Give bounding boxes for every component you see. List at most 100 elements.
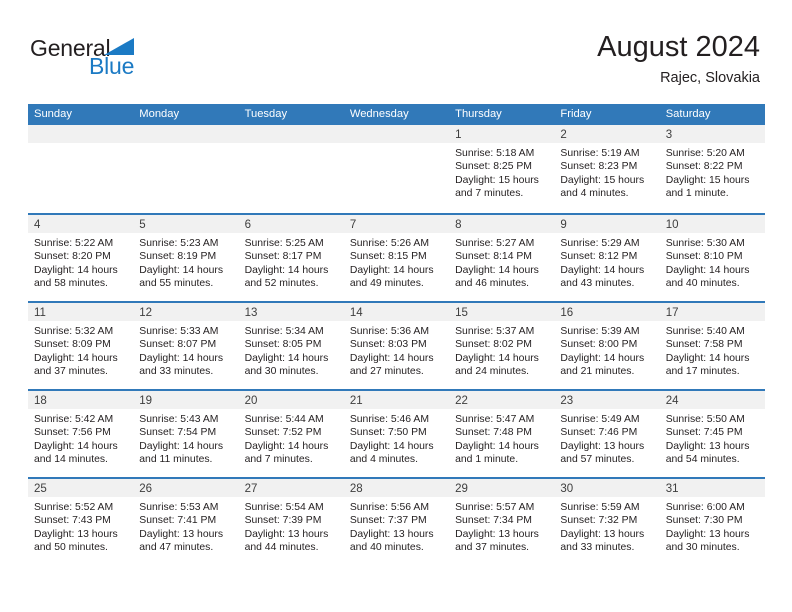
day-number-strip: 21 [343, 391, 450, 409]
day-cell[interactable]: 24 Sunrise: 5:50 AM Sunset: 7:45 PM Dayligh… [659, 391, 765, 477]
week-row: 11 Sunrise: 5:32 AM Sunset: 8:09 PM Dayligh… [28, 301, 765, 389]
daylight-text-line1: Daylight: 15 hours [665, 174, 750, 186]
sunset-text: Sunset: 7:58 PM [665, 339, 743, 351]
sunrise-text: Sunrise: 5:22 AM [34, 238, 114, 249]
day-cell[interactable]: 13 Sunrise: 5:34 AM Sunset: 8:05 PM Dayligh… [238, 303, 344, 389]
day-cell[interactable]: 6 Sunrise: 5:25 AM Sunset: 8:17 PM Daylight… [238, 215, 344, 301]
day-number-strip: 31 [659, 479, 765, 497]
day-cell[interactable]: 22 Sunrise: 5:47 AM Sunset: 7:48 PM Dayligh… [449, 391, 555, 477]
sunset-text: Sunset: 7:56 PM [34, 427, 111, 439]
day-cell[interactable]: 28 Sunrise: 5:56 AM Sunset: 7:37 PM Dayligh… [343, 479, 450, 565]
day-details: Sunrise: 5:39 AM Sunset: 8:00 PM Daylight:… [554, 321, 659, 379]
day-cell[interactable]: 8 Sunrise: 5:27 AM Sunset: 8:14 PM Daylight… [449, 215, 555, 301]
day-details: Sunrise: 5:52 AM Sunset: 7:43 PM Daylight:… [28, 497, 133, 555]
day-cell[interactable]: 2 Sunrise: 5:19 AM Sunset: 8:23 PM Daylight… [554, 125, 660, 213]
day-cell[interactable]: 16 Sunrise: 5:39 AM Sunset: 8:00 PM Dayligh… [554, 303, 660, 389]
daylight-text-line2: and 1 minute. [665, 188, 729, 200]
day-cell[interactable]: 21 Sunrise: 5:46 AM Sunset: 7:50 PM Dayligh… [343, 391, 450, 477]
day-details: Sunrise: 5:23 AM Sunset: 8:19 PM Daylight:… [133, 233, 238, 291]
day-cell[interactable]: 3 Sunrise: 5:20 AM Sunset: 8:22 PM Daylight… [659, 125, 765, 213]
day-cell[interactable]: 26 Sunrise: 5:53 AM Sunset: 7:41 PM Dayligh… [133, 479, 239, 565]
day-number: 20 [244, 395, 258, 407]
sunrise-text: Sunrise: 5:25 AM [244, 238, 324, 249]
daylight-text-line2: and 1 minute. [455, 454, 519, 466]
sunrise-text: Sunrise: 5:49 AM [560, 414, 640, 425]
day-cell[interactable]: 1 Sunrise: 5:18 AM Sunset: 8:25 PM Daylight… [449, 125, 555, 213]
day-number: 26 [139, 483, 153, 495]
day-cell[interactable]: 11 Sunrise: 5:32 AM Sunset: 8:09 PM Dayligh… [28, 303, 134, 389]
daylight-text-line2: and 33 minutes. [139, 366, 214, 378]
day-details: Sunrise: 5:46 AM Sunset: 7:50 PM Daylight:… [344, 409, 449, 467]
day-cell[interactable]: 5 Sunrise: 5:23 AM Sunset: 8:19 PM Daylight… [133, 215, 239, 301]
daylight-text-line1: Daylight: 14 hours [349, 264, 434, 276]
day-cell[interactable]: 23 Sunrise: 5:49 AM Sunset: 7:46 PM Dayligh… [554, 391, 660, 477]
sunset-text: Sunset: 8:23 PM [560, 161, 638, 173]
day-number-strip: 2 [554, 125, 660, 143]
sunrise-text: Sunrise: 5:47 AM [455, 414, 535, 425]
sunset-text: Sunset: 7:50 PM [349, 427, 427, 439]
sunset-text: Sunset: 8:14 PM [455, 251, 532, 263]
day-number: 21 [349, 395, 363, 407]
day-number: 22 [455, 395, 468, 407]
daylight-text-line2: and 17 minutes. [665, 366, 740, 378]
day-number-strip: 10 [659, 215, 765, 233]
day-cell[interactable]: 20 Sunrise: 5:44 AM Sunset: 7:52 PM Dayligh… [238, 391, 344, 477]
day-number-strip: 16 [554, 303, 660, 321]
daylight-text-line1: Daylight: 15 hours [560, 174, 645, 186]
daylight-text-line2: and 30 minutes. [244, 366, 319, 378]
brand-logo[interactable]: General Blue [30, 36, 160, 84]
daylight-text-line1: Daylight: 14 hours [665, 352, 750, 364]
title-block: August 2024 Rajec, Slovakia [597, 30, 760, 88]
day-cell[interactable]: 25 Sunrise: 5:52 AM Sunset: 7:43 PM Dayligh… [28, 479, 134, 565]
day-number-strip: 20 [238, 391, 344, 409]
sunset-text: Sunset: 7:52 PM [244, 427, 322, 439]
day-cell[interactable]: 19 Sunrise: 5:43 AM Sunset: 7:54 PM Dayligh… [133, 391, 239, 477]
day-cell[interactable]: 29 Sunrise: 5:57 AM Sunset: 7:34 PM Dayligh… [449, 479, 555, 565]
day-cell[interactable]: 12 Sunrise: 5:33 AM Sunset: 8:07 PM Dayligh… [133, 303, 239, 389]
day-cell[interactable]: 30 Sunrise: 5:59 AM Sunset: 7:32 PM Dayligh… [554, 479, 660, 565]
day-cell[interactable]: 14 Sunrise: 5:36 AM Sunset: 8:03 PM Dayligh… [343, 303, 450, 389]
weekday-header-tuesday: Tuesday [244, 108, 288, 120]
daylight-text-line2: and 37 minutes. [34, 366, 108, 378]
daylight-text-line2: and 33 minutes. [560, 542, 635, 554]
weekday-header-row: Sunday Monday Tuesday Wednesday Thursday Frid… [28, 104, 765, 125]
day-cell-empty [28, 125, 134, 213]
day-cell[interactable]: 4 Sunrise: 5:22 AM Sunset: 8:20 PM Daylight… [28, 215, 134, 301]
daylight-text-line2: and 11 minutes. [139, 454, 213, 466]
day-details: Sunrise: 6:00 AM Sunset: 7:30 PM Daylight:… [660, 497, 765, 555]
sunset-text: Sunset: 8:07 PM [139, 339, 217, 351]
day-cell[interactable]: 7 Sunrise: 5:26 AM Sunset: 8:15 PM Daylight… [343, 215, 450, 301]
day-cell[interactable]: 27 Sunrise: 5:54 AM Sunset: 7:39 PM Dayligh… [238, 479, 344, 565]
day-details: Sunrise: 5:32 AM Sunset: 8:09 PM Daylight:… [28, 321, 133, 379]
day-number: 19 [139, 395, 153, 407]
daylight-text-line2: and 24 minutes. [455, 366, 530, 378]
daylight-text-line1: Daylight: 13 hours [455, 528, 539, 540]
daylight-text-line2: and 43 minutes. [560, 278, 635, 290]
daylight-text-line1: Daylight: 14 hours [34, 440, 118, 452]
day-details: Sunrise: 5:57 AM Sunset: 7:34 PM Daylight:… [449, 497, 554, 555]
day-cell[interactable]: 31 Sunrise: 6:00 AM Sunset: 7:30 PM Dayligh… [659, 479, 765, 565]
weekday-header-saturday: Saturday [665, 108, 711, 120]
day-cell[interactable]: 18 Sunrise: 5:42 AM Sunset: 7:56 PM Dayligh… [28, 391, 134, 477]
daylight-text-line2: and 52 minutes. [244, 278, 319, 290]
sunrise-text: Sunrise: 5:19 AM [560, 148, 640, 159]
day-details: Sunrise: 5:54 AM Sunset: 7:39 PM Daylight:… [239, 497, 344, 555]
daylight-text-line2: and 27 minutes. [349, 366, 424, 378]
daylight-text-line1: Daylight: 13 hours [665, 440, 750, 452]
day-details: Sunrise: 5:33 AM Sunset: 8:07 PM Daylight:… [133, 321, 238, 379]
day-details: Sunrise: 5:53 AM Sunset: 7:41 PM Daylight:… [133, 497, 238, 555]
day-details: Sunrise: 5:50 AM Sunset: 7:45 PM Daylight:… [660, 409, 765, 467]
weekday-header-wednesday: Wednesday [349, 108, 409, 120]
daylight-text-line1: Daylight: 14 hours [139, 264, 224, 276]
day-cell[interactable]: 9 Sunrise: 5:29 AM Sunset: 8:12 PM Daylight… [554, 215, 660, 301]
sunset-text: Sunset: 7:37 PM [349, 515, 427, 527]
day-cell[interactable]: 17 Sunrise: 5:40 AM Sunset: 7:58 PM Dayligh… [659, 303, 765, 389]
week-row: 18 Sunrise: 5:42 AM Sunset: 7:56 PM Dayligh… [28, 389, 765, 477]
day-number-strip: 13 [238, 303, 344, 321]
sunset-text: Sunset: 8:15 PM [349, 251, 427, 263]
day-cell[interactable]: 10 Sunrise: 5:30 AM Sunset: 8:10 PM Dayligh… [659, 215, 765, 301]
daylight-text-line2: and 14 minutes. [34, 454, 108, 466]
weekday-header-monday: Monday [139, 108, 180, 120]
daylight-text-line1: Daylight: 13 hours [560, 440, 645, 452]
day-cell[interactable]: 15 Sunrise: 5:37 AM Sunset: 8:02 PM Dayligh… [449, 303, 555, 389]
